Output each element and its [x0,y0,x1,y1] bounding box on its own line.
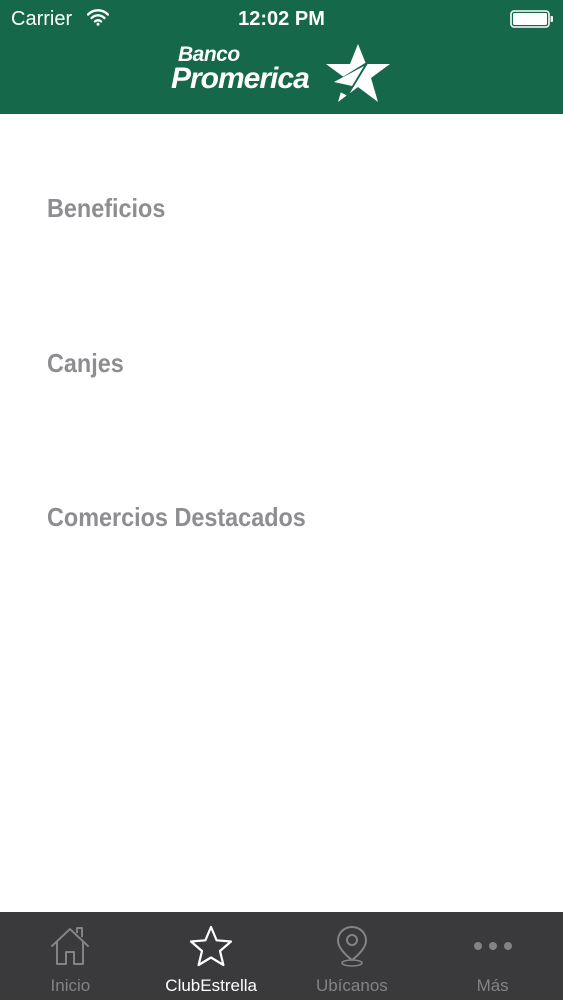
header: Carrier 12:02 PM Banco Promerica [0,0,563,114]
logo-star-icon [326,44,390,102]
tab-clubestrella[interactable]: ClubEstrella [141,912,282,1000]
tab-label: Inicio [50,976,91,995]
menu-item-label: Canjes [47,348,124,378]
status-bar: Carrier 12:02 PM [0,0,563,40]
more-icon [473,942,512,950]
menu-item-canjes[interactable]: Canjes [0,289,563,444]
menu-item-comercios-destacados[interactable]: Comercios Destacados [0,443,563,598]
map-pin-icon [336,926,367,967]
bank-logo: Banco Promerica [170,40,395,108]
status-time: 12:02 PM [238,8,325,30]
menu-item-label: Beneficios [47,193,166,223]
home-icon [51,927,90,965]
club-estrella-menu: Beneficios Canjes Comercios Destacados [0,114,563,912]
tab-label: ClubEstrella [165,976,257,995]
tab-ubicanos[interactable]: Ubícanos [282,912,423,1000]
menu-item-beneficios[interactable]: Beneficios [0,134,563,289]
tab-inicio[interactable]: Inicio [0,912,141,1000]
battery-icon [510,10,553,28]
tab-label: Más [476,976,509,995]
tab-mas[interactable]: Más [422,912,563,1000]
star-icon [190,925,233,967]
app-window: Carrier 12:02 PM Banco Promerica Benefic… [0,0,563,1000]
logo-text-promerica: Promerica [171,62,310,95]
tab-label: Ubícanos [315,976,388,995]
tab-bar: Inicio ClubEstrella Ubícanos Más [0,912,563,1000]
menu-item-label: Comercios Destacados [47,502,306,532]
